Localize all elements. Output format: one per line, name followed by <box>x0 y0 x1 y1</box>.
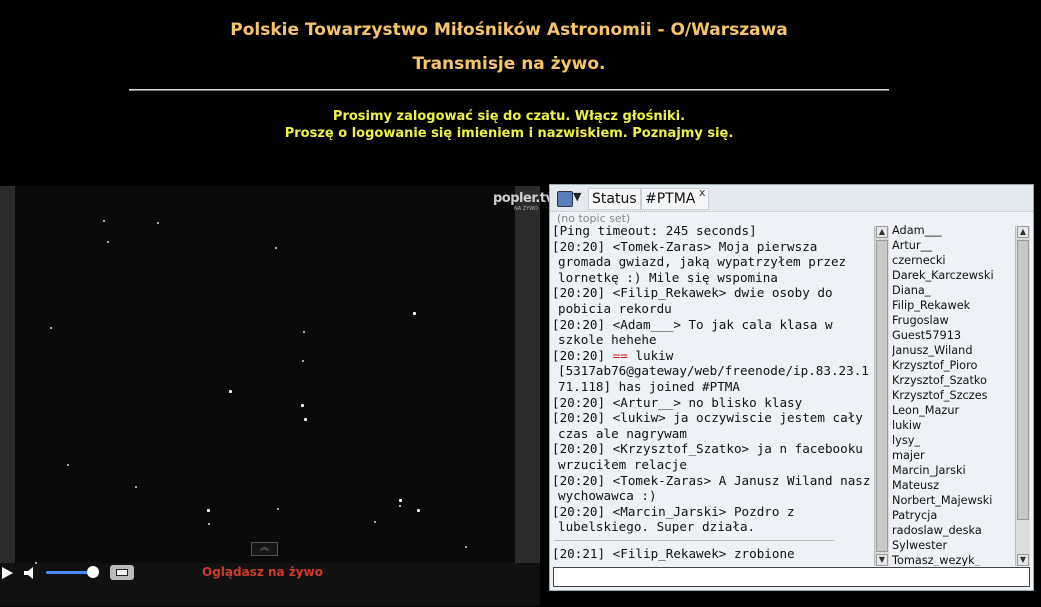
play-icon[interactable] <box>2 567 13 579</box>
chat-message: [20:20] <Adam___> To jak cala klasa w sz… <box>552 316 833 348</box>
user-list-item[interactable]: Filip_Rekawek <box>892 298 1014 313</box>
user-list-item[interactable]: Mateusz <box>892 478 1014 493</box>
user-list-item[interactable]: Guest57913 <box>892 328 1014 343</box>
star <box>275 247 277 249</box>
fullscreen-button[interactable] <box>110 565 134 580</box>
user-list-item[interactable]: Adam___ <box>892 223 1014 238</box>
chat-message: [20:20] == lukiw [5317ab76@gateway/web/f… <box>552 347 869 394</box>
user-list-item[interactable]: Marcin_Jarski <box>892 463 1014 478</box>
star <box>67 464 69 466</box>
user-list-item[interactable]: Frugoslaw <box>892 313 1014 328</box>
divider <box>129 89 889 91</box>
chat-input[interactable] <box>553 567 1030 587</box>
chat-message: [20:21] <Filip_Rekawek> zrobione <box>552 545 795 561</box>
user-list-item[interactable]: Diana_ <box>892 283 1014 298</box>
popler-logo-sub: NA ŻYWO <box>514 206 539 212</box>
chat-message: [20:20] <Marcin_Jarski> Pozdro z lubelsk… <box>552 503 795 535</box>
user-list-item[interactable]: czernecki <box>892 253 1014 268</box>
tab-status[interactable]: Status <box>588 188 641 210</box>
scroll-thumb[interactable] <box>876 240 888 552</box>
user-list-item[interactable]: Leon_Mazur <box>892 403 1014 418</box>
irc-chat-panel: ▼ Status #PTMA x (no topic set) [Ping ti… <box>549 184 1034 591</box>
chat-message: [20:20] <Tomek-Zaras> A Janusz Wiland na… <box>552 472 871 504</box>
chat-message: [Ping timeout: 245 seconds] <box>552 223 757 238</box>
chat-message: [20:20] <Artur__> no blisko klasy <box>552 394 803 410</box>
notice-line-2: Proszę o logowanie się imieniem i nazwis… <box>284 126 734 141</box>
user-list-item[interactable]: Krzysztof_Szczes <box>892 388 1014 403</box>
star <box>277 508 279 510</box>
message-log: [Ping timeout: 245 seconds] [20:20] <Tome… <box>552 223 873 566</box>
scroll-down-icon[interactable]: ▼ <box>876 554 888 566</box>
dropdown-arrow-icon[interactable]: ▼ <box>573 190 581 203</box>
chat-message: [20:20] <Tomek-Zaras> Moja pierwsza grom… <box>552 238 847 285</box>
star <box>399 499 402 502</box>
volume-icon[interactable] <box>24 567 36 579</box>
user-list-item[interactable]: Patrycja <box>892 508 1014 523</box>
live-status: Oglądasz na żywo <box>202 565 323 579</box>
star <box>413 312 416 315</box>
chat-message: [20:20] <Krzysztof_Szatko> ja n facebook… <box>552 441 863 472</box>
close-tab-icon[interactable]: x <box>699 186 706 199</box>
user-list-item[interactable]: radoslaw_deska <box>892 523 1014 538</box>
star <box>301 404 304 407</box>
scroll-thumb[interactable] <box>1017 240 1029 520</box>
chat-tab-bar: ▼ Status #PTMA x <box>550 185 1033 212</box>
chat-message: [20:20] <lukiw> ja oczywiscie jestem cał… <box>552 410 863 441</box>
collapse-controls-button[interactable]: ︽ <box>251 542 278 556</box>
unread-separator <box>554 539 834 541</box>
user-list-item[interactable]: Krzysztof_Pioro <box>892 358 1014 373</box>
user-list-item[interactable]: Krzysztof_Szatko <box>892 373 1014 388</box>
popler-logo: popler.tv <box>493 191 554 206</box>
scroll-up-icon[interactable]: ▲ <box>876 226 888 238</box>
page-subtitle: Transmisje na żywo. <box>412 54 606 74</box>
irc-menu-icon[interactable] <box>557 191 573 207</box>
star <box>465 546 467 548</box>
star <box>103 220 105 222</box>
star <box>229 390 232 393</box>
user-list-item[interactable]: majer <box>892 448 1014 463</box>
star <box>207 509 210 512</box>
player-left-bar <box>0 186 15 563</box>
star <box>417 509 420 512</box>
notice-line-1: Prosimy zalogować się do czatu. Włącz gł… <box>332 109 686 124</box>
star <box>303 331 305 333</box>
volume-slider-handle[interactable] <box>87 566 99 578</box>
user-list-item[interactable]: Artur__ <box>892 238 1014 253</box>
scroll-up-icon[interactable]: ▲ <box>1017 226 1029 238</box>
star <box>135 486 137 488</box>
user-list-item[interactable]: Tomasz_wezyk_ <box>892 553 1014 566</box>
star <box>302 360 304 362</box>
user-list-item[interactable]: Norbert_Majewski <box>892 493 1014 508</box>
message-scrollbar[interactable]: ▲ ▼ <box>874 226 889 566</box>
star <box>399 505 401 507</box>
scroll-down-icon[interactable]: ▼ <box>1017 554 1029 566</box>
user-list-item[interactable]: Darek_Karczewski <box>892 268 1014 283</box>
star <box>208 523 210 525</box>
chat-message: [20:20] <Filip_Rekawek> dwie osoby do po… <box>552 285 833 316</box>
star <box>157 222 159 224</box>
star <box>304 418 307 421</box>
user-list-item[interactable]: Sylwester <box>892 538 1014 553</box>
user-list-item[interactable]: Janusz_Wiland <box>892 343 1014 358</box>
player-right-bar <box>515 186 540 563</box>
user-list: Adam___ Artur__ czernecki Darek_Karczewski D… <box>892 223 1014 566</box>
video-frame[interactable] <box>15 186 515 564</box>
star <box>374 521 376 523</box>
user-list-item[interactable]: lysy_ <box>892 433 1014 448</box>
user-list-item[interactable]: lukiw <box>892 418 1014 433</box>
page-title: Polskie Towarzystwo Miłośników Astronomi… <box>230 20 788 40</box>
userlist-scrollbar[interactable]: ▲ ▼ <box>1015 226 1030 566</box>
star <box>107 241 109 243</box>
star <box>50 327 52 329</box>
join-marker: == <box>612 347 628 363</box>
